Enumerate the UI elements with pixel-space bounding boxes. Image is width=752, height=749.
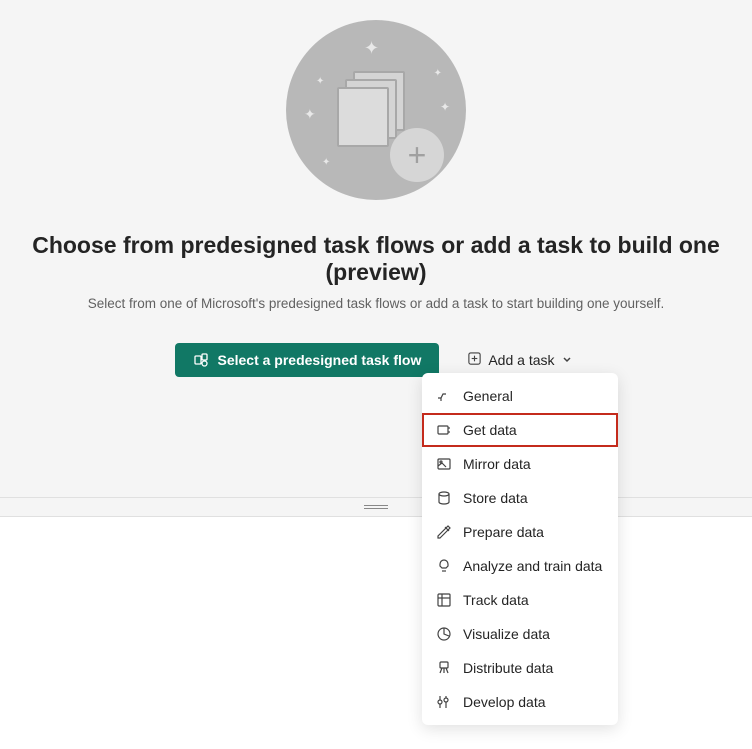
sparkle-icon: ✦ xyxy=(440,100,450,114)
get-data-icon xyxy=(436,422,452,438)
dropdown-item-label: Analyze and train data xyxy=(463,558,602,574)
dropdown-item-label: Store data xyxy=(463,490,528,506)
store-data-icon xyxy=(436,490,452,506)
dropdown-item-label: Track data xyxy=(463,592,529,608)
dropdown-item-label: Distribute data xyxy=(463,660,553,676)
dropdown-item-analyze-data[interactable]: Analyze and train data xyxy=(422,549,618,583)
develop-data-icon xyxy=(436,694,452,710)
dropdown-item-distribute-data[interactable]: Distribute data xyxy=(422,651,618,685)
drag-handle-icon xyxy=(364,505,388,509)
dropdown-item-label: Develop data xyxy=(463,694,546,710)
dropdown-item-prepare-data[interactable]: Prepare data xyxy=(422,515,618,549)
dropdown-item-general[interactable]: General xyxy=(422,379,618,413)
dropdown-item-visualize-data[interactable]: Visualize data xyxy=(422,617,618,651)
dropdown-item-label: Mirror data xyxy=(463,456,531,472)
plus-circle-icon: + xyxy=(390,128,444,182)
add-task-button[interactable]: Add a task xyxy=(463,343,576,377)
lower-panel xyxy=(0,517,752,749)
chevron-down-icon xyxy=(561,352,573,368)
sparkle-icon: ✦ xyxy=(434,68,442,79)
analyze-data-icon xyxy=(436,558,452,574)
files-stack-icon xyxy=(337,71,407,141)
add-task-dropdown: General Get data Mirror data xyxy=(422,373,618,725)
dropdown-item-get-data[interactable]: Get data xyxy=(422,413,618,447)
page-title: Choose from predesigned task flows or ad… xyxy=(0,232,752,286)
track-data-icon xyxy=(436,592,452,608)
select-predesigned-button[interactable]: Select a predesigned task flow xyxy=(175,343,439,377)
general-icon xyxy=(436,388,452,404)
dropdown-item-label: General xyxy=(463,388,513,404)
sparkle-icon: ✦ xyxy=(364,38,379,59)
distribute-data-icon xyxy=(436,660,452,676)
dropdown-item-mirror-data[interactable]: Mirror data xyxy=(422,447,618,481)
mirror-data-icon xyxy=(436,456,452,472)
sparkle-icon: ✦ xyxy=(304,106,316,123)
panel-divider[interactable] xyxy=(0,497,752,517)
page-subtitle: Select from one of Microsoft's predesign… xyxy=(88,296,665,311)
hero-illustration: ✦ ✦ ✦ ✦ ✦ ✦ ✦ + xyxy=(286,20,466,200)
button-label: Select a predesigned task flow xyxy=(217,352,421,368)
sparkle-icon: ✦ xyxy=(322,157,330,168)
dropdown-item-label: Visualize data xyxy=(463,626,550,642)
dropdown-item-store-data[interactable]: Store data xyxy=(422,481,618,515)
add-square-icon xyxy=(467,351,482,369)
dropdown-item-label: Get data xyxy=(463,422,517,438)
dropdown-item-develop-data[interactable]: Develop data xyxy=(422,685,618,719)
actions-row: Select a predesigned task flow Add a tas… xyxy=(175,343,576,377)
dropdown-item-track-data[interactable]: Track data xyxy=(422,583,618,617)
visualize-data-icon xyxy=(436,626,452,642)
button-label: Add a task xyxy=(488,352,554,368)
dropdown-item-label: Prepare data xyxy=(463,524,544,540)
prepare-data-icon xyxy=(436,524,452,540)
template-icon xyxy=(193,352,209,368)
sparkle-icon: ✦ xyxy=(316,76,324,87)
